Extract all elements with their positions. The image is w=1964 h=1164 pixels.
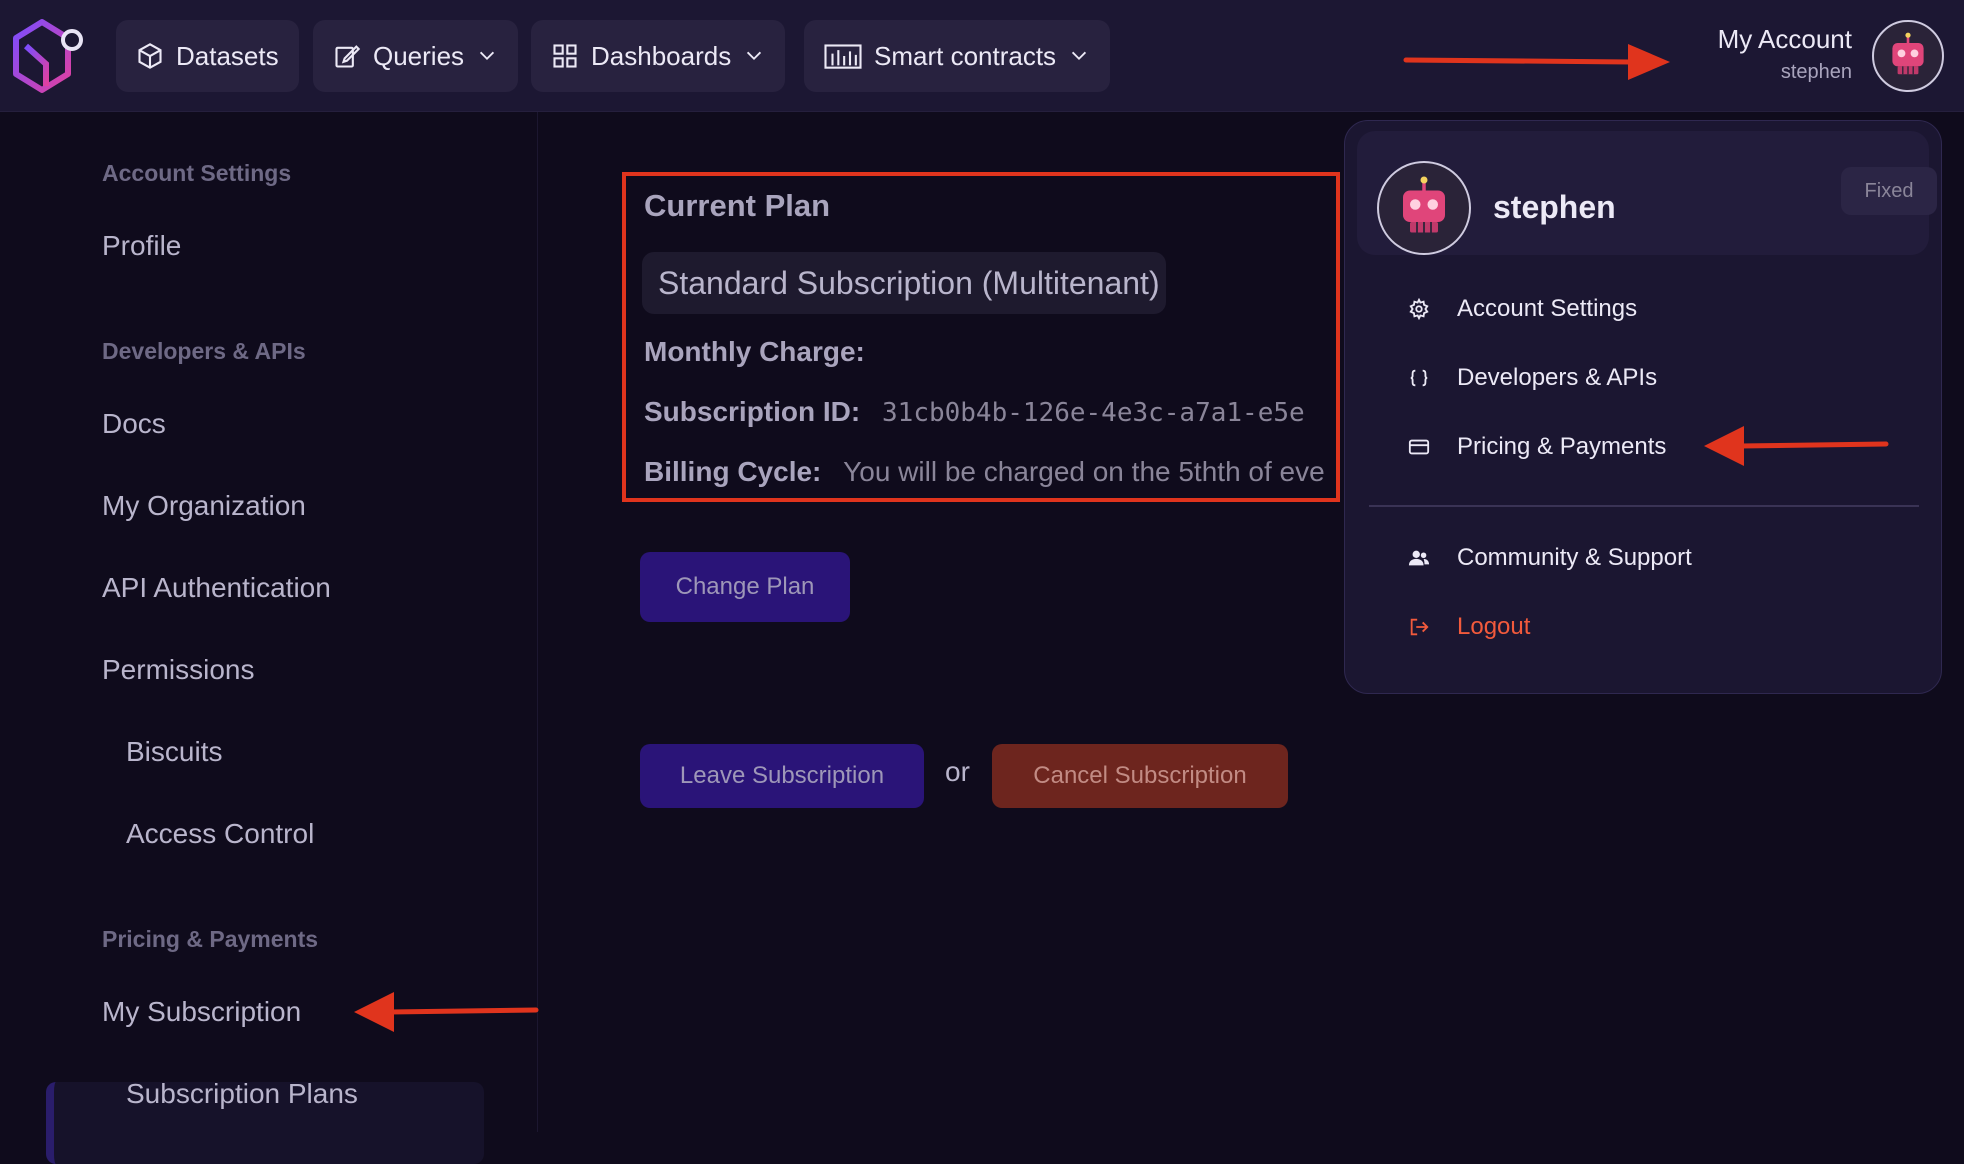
sidebar-item-subscription-plans[interactable]: Subscription Plans <box>126 1078 358 1110</box>
nav-datasets-button[interactable]: Datasets <box>116 20 299 92</box>
sidebar-item-permissions[interactable]: Permissions <box>102 654 254 686</box>
chevron-down-icon <box>479 51 495 61</box>
gear-icon <box>1405 295 1433 323</box>
cube-icon <box>138 43 162 69</box>
nav-dashboards-label: Dashboards <box>591 40 732 71</box>
dropdown-user-header: stephen Fixed <box>1357 131 1937 255</box>
sidebar-section-pricing-payments: Pricing & Payments <box>102 926 319 952</box>
sidebar-item-docs[interactable]: Docs <box>102 408 166 440</box>
chevron-down-icon <box>747 51 762 61</box>
avatar[interactable] <box>1872 20 1944 92</box>
nav-smart-contracts-button[interactable]: Smart contracts <box>804 20 1111 92</box>
card-icon <box>1405 433 1433 461</box>
account-menu-trigger[interactable]: My Account stephen <box>1718 24 1852 84</box>
leave-subscription-button[interactable]: Leave Subscription <box>640 744 924 808</box>
sidebar-item-access-control[interactable]: Access Control <box>126 818 314 850</box>
dropdown-username: stephen <box>1493 189 1616 225</box>
edit-icon <box>335 45 361 68</box>
logout-icon <box>1405 613 1433 641</box>
subscription-id-row: Subscription ID: 31cb0b4b-126e-4e3c-a7a1… <box>644 396 1305 428</box>
menu-item-label: Logout <box>1457 613 1531 640</box>
billing-cycle-label: Billing Cycle: <box>644 456 822 487</box>
change-plan-button[interactable]: Change Plan <box>640 552 850 622</box>
app-logo-icon[interactable] <box>12 16 86 96</box>
menu-divider <box>1369 505 1919 507</box>
menu-item-developers-apis[interactable]: Developers & APIs <box>1405 364 1657 392</box>
sidebar-item-api-authentication[interactable]: API Authentication <box>102 572 331 604</box>
account-username: stephen <box>1780 61 1852 83</box>
subscription-id-label: Subscription ID: <box>644 396 861 427</box>
plan-name-badge: Standard Subscription (Multitenant) <box>642 252 1166 314</box>
nav-dashboards-button[interactable]: Dashboards <box>531 20 786 92</box>
people-icon <box>1405 544 1433 572</box>
menu-item-community-support[interactable]: Community & Support <box>1405 544 1692 572</box>
current-plan-panel: Current Plan Standard Subscription (Mult… <box>622 172 1340 502</box>
or-separator: or <box>945 756 970 787</box>
nav-smart-contracts-label: Smart contracts <box>874 40 1057 71</box>
fixed-badge[interactable]: Fixed <box>1841 167 1937 215</box>
sidebar-item-my-organization[interactable]: My Organization <box>102 490 306 522</box>
menu-item-pricing-payments[interactable]: Pricing & Payments <box>1405 433 1666 461</box>
subscription-id-value: 31cb0b4b-126e-4e3c-a7a1-e5e <box>882 398 1305 428</box>
nav-queries-button[interactable]: Queries <box>313 20 519 92</box>
menu-item-label: Account Settings <box>1457 295 1638 322</box>
sidebar-section-developers-apis: Developers & APIs <box>102 338 306 364</box>
billing-cycle-row: Billing Cycle: You will be charged on th… <box>644 456 1325 488</box>
menu-item-account-settings[interactable]: Account Settings <box>1405 295 1637 323</box>
monthly-charge-label: Monthly Charge: <box>644 336 865 367</box>
account-title: My Account <box>1717 24 1852 54</box>
current-plan-title: Current Plan <box>644 188 831 223</box>
menu-item-label: Community & Support <box>1457 544 1692 571</box>
nav-datasets-label: Datasets <box>176 40 279 71</box>
chevron-down-icon <box>1071 51 1087 61</box>
cancel-subscription-button[interactable]: Cancel Subscription <box>992 744 1288 808</box>
nav-queries-label: Queries <box>373 40 465 71</box>
account-dropdown-menu: stephen Fixed Account Settings Developer… <box>1344 120 1942 694</box>
top-navigation-bar: Datasets Queries Dashboards Smart contra… <box>0 0 1964 112</box>
sidebar-item-biscuits[interactable]: Biscuits <box>126 736 222 768</box>
settings-sidebar: Account Settings Profile Developers & AP… <box>0 112 538 1164</box>
robot-avatar-icon <box>1403 176 1445 233</box>
bar-chart-icon <box>824 44 862 69</box>
sidebar-item-my-subscription[interactable]: My Subscription <box>102 996 301 1028</box>
sidebar-section-account-settings: Account Settings <box>102 160 292 186</box>
avatar <box>1377 161 1471 255</box>
menu-item-label: Pricing & Payments <box>1457 433 1667 460</box>
grid-icon <box>553 44 577 68</box>
menu-item-label: Developers & APIs <box>1457 364 1658 391</box>
menu-item-logout[interactable]: Logout <box>1405 613 1530 641</box>
braces-icon <box>1405 364 1433 392</box>
billing-cycle-value: You will be charged on the 5thth of eve <box>843 456 1325 487</box>
sidebar-item-profile[interactable]: Profile <box>102 230 181 262</box>
monthly-charge-row: Monthly Charge: <box>644 336 879 368</box>
robot-avatar-icon <box>1892 32 1924 75</box>
